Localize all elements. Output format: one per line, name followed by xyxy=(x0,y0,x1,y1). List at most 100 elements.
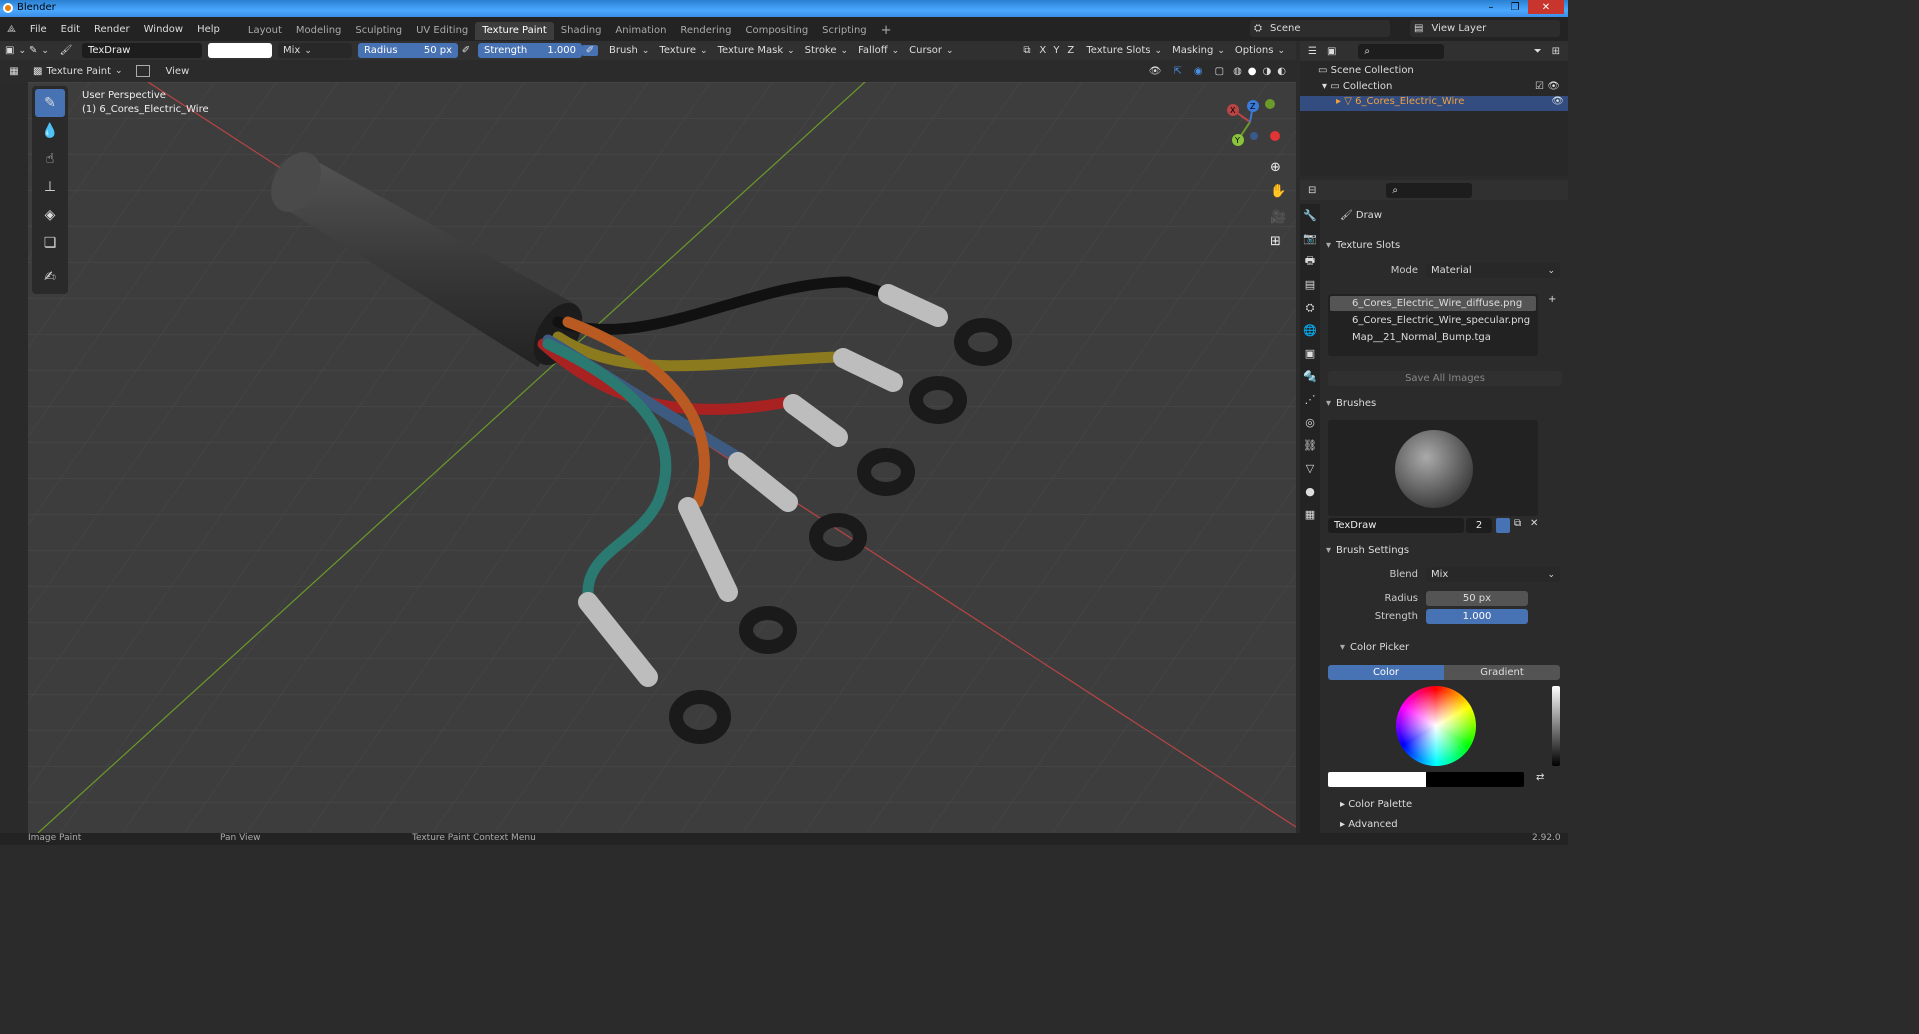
scene-tab-icon[interactable]: ⛭ xyxy=(1300,296,1320,319)
blend-dropdown[interactable]: Mix xyxy=(278,43,352,58)
collection-row[interactable]: ▾ ▭ Collection ☑ 👁 xyxy=(1322,81,1562,92)
modifier-tab-icon[interactable]: 🔩 xyxy=(1300,365,1320,388)
menu-file[interactable]: File xyxy=(23,17,54,41)
material-tab-icon[interactable]: ● xyxy=(1300,480,1320,503)
mirror-z[interactable]: Z xyxy=(1067,45,1081,56)
camera-icon[interactable]: 🎥 xyxy=(1270,210,1286,225)
tool-icon[interactable]: ✎ xyxy=(24,43,54,58)
editor-type-icon[interactable]: ▣ xyxy=(0,43,24,58)
add-slot-icon[interactable]: + xyxy=(1548,294,1556,305)
duplicate-brush-icon[interactable]: ⧉ xyxy=(1514,518,1521,529)
texture-menu[interactable]: Texture xyxy=(654,43,712,58)
annotate-tool-icon[interactable]: ✍ xyxy=(35,263,65,291)
advanced-panel-header[interactable]: ▸ Advanced xyxy=(1340,819,1398,830)
object-row[interactable]: ▸ ▽ 6_Cores_Electric_Wire 👁 xyxy=(1300,96,1568,111)
stroke-menu[interactable]: Stroke xyxy=(800,43,853,58)
tab-texture-paint[interactable]: Texture Paint xyxy=(475,21,554,40)
mode-dropdown[interactable]: Material xyxy=(1426,263,1560,278)
material-shading-icon[interactable]: ◑ xyxy=(1260,66,1275,77)
slot-item-normal[interactable]: Map__21_Normal_Bump.tga xyxy=(1330,330,1536,345)
object-tab-icon[interactable]: ▣ xyxy=(1300,342,1320,365)
object-visibility-icon[interactable]: 👁 xyxy=(1551,96,1564,107)
fake-user-icon[interactable] xyxy=(1496,518,1510,533)
properties-editor-icon[interactable]: ⊟ xyxy=(1308,185,1316,196)
soften-tool-icon[interactable]: 💧 xyxy=(35,117,65,145)
tab-compositing[interactable]: Compositing xyxy=(738,22,815,40)
tab-sculpting[interactable]: Sculpting xyxy=(348,22,409,40)
strength-field[interactable]: 1.000 xyxy=(1426,609,1528,624)
color-swatch[interactable] xyxy=(1328,772,1524,787)
menu-edit[interactable]: Edit xyxy=(54,17,87,41)
overlay-icon[interactable]: ◉ xyxy=(1188,66,1209,77)
draw-tool-icon[interactable]: ✎ xyxy=(35,89,65,117)
symmetry-icon[interactable]: ⧉ xyxy=(1023,45,1039,56)
maximize-icon[interactable]: ❐ xyxy=(1504,0,1526,14)
mirror-x[interactable]: X xyxy=(1039,45,1053,56)
filter-icon[interactable]: ⏷ xyxy=(1534,46,1542,57)
color-tab[interactable]: Color xyxy=(1328,665,1444,680)
constraints-tab-icon[interactable]: ⛓ xyxy=(1300,434,1320,457)
tab-rendering[interactable]: Rendering xyxy=(673,22,738,40)
color-swatch[interactable] xyxy=(208,43,272,58)
mirror-y[interactable]: Y xyxy=(1053,45,1067,56)
brush-name-field[interactable]: TexDraw xyxy=(1328,518,1464,533)
blender-menu-icon[interactable]: ⟁ xyxy=(0,17,23,41)
cursor-menu[interactable]: Cursor xyxy=(904,43,958,58)
outliner-search-input[interactable]: ⌕ xyxy=(1358,43,1445,59)
tool-tab-icon[interactable]: 🔧 xyxy=(1300,204,1320,227)
view-layer-selector[interactable]: ▤ View Layer xyxy=(1410,20,1560,37)
ortho-grid-icon[interactable]: ⊞ xyxy=(1270,234,1281,249)
pan-hand-icon[interactable]: ✋ xyxy=(1270,184,1286,199)
xray-icon[interactable]: ▢ xyxy=(1209,66,1230,77)
color-palette-panel-header[interactable]: ▸ Color Palette xyxy=(1340,799,1412,810)
rendered-shading-icon[interactable]: ◐ xyxy=(1274,66,1296,77)
brush-users-count[interactable]: 2 xyxy=(1466,518,1492,533)
gradient-tab[interactable]: Gradient xyxy=(1444,665,1560,680)
brush-menu[interactable]: Brush xyxy=(604,43,654,58)
pressure-icon[interactable]: ✐ xyxy=(458,45,474,56)
view-menu[interactable]: View xyxy=(158,66,198,77)
grid-icon[interactable]: ▦ xyxy=(0,66,28,77)
tab-animation[interactable]: Animation xyxy=(608,22,673,40)
zoom-icon[interactable]: ⊕ xyxy=(1270,160,1281,175)
collection-checkbox[interactable]: ☑ xyxy=(1535,81,1544,92)
menu-window[interactable]: Window xyxy=(137,17,190,41)
clone-tool-icon[interactable]: ⊥ xyxy=(35,173,65,201)
scene-selector[interactable]: ⛭ Scene xyxy=(1250,20,1390,37)
unlink-brush-icon[interactable]: ✕ xyxy=(1530,518,1538,529)
save-all-images-button[interactable]: Save All Images xyxy=(1328,371,1562,386)
texture-slots-panel-header[interactable]: Texture Slots xyxy=(1326,240,1400,251)
texture-tab-icon[interactable]: ▦ xyxy=(1300,503,1320,526)
display-mode-icon[interactable]: ▣ xyxy=(1327,46,1336,57)
masking-menu[interactable]: Masking xyxy=(1167,43,1230,58)
mask-tool-icon[interactable]: ❏ xyxy=(35,229,65,257)
brush-name-field[interactable]: TexDraw xyxy=(82,43,202,58)
color-picker-panel-header[interactable]: Color Picker xyxy=(1340,642,1409,653)
tab-scripting[interactable]: Scripting xyxy=(815,22,873,40)
slot-item-diffuse[interactable]: 6_Cores_Electric_Wire_diffuse.png xyxy=(1330,296,1536,311)
fill-tool-icon[interactable]: ◈ xyxy=(35,201,65,229)
slot-item-specular[interactable]: 6_Cores_Electric_Wire_specular.png xyxy=(1330,313,1536,328)
radius-slider[interactable]: Radius 50 px xyxy=(358,43,458,58)
value-slider[interactable] xyxy=(1552,686,1560,766)
outliner-editor-icon[interactable]: ☰ xyxy=(1308,46,1317,57)
menu-render[interactable]: Render xyxy=(87,17,137,41)
visibility-icon[interactable]: 👁 xyxy=(1143,66,1168,77)
view-layer-tab-icon[interactable]: ▤ xyxy=(1300,273,1320,296)
brushes-panel-header[interactable]: Brushes xyxy=(1326,398,1376,409)
options-menu[interactable]: Options xyxy=(1230,43,1290,58)
tab-uv-editing[interactable]: UV Editing xyxy=(409,22,475,40)
gizmo-icon[interactable]: ⇱ xyxy=(1167,66,1187,77)
render-tab-icon[interactable]: 📷 xyxy=(1300,227,1320,250)
scene-collection-row[interactable]: ▭ Scene Collection xyxy=(1318,65,1414,76)
menu-help[interactable]: Help xyxy=(190,17,227,41)
add-workspace-icon[interactable]: + xyxy=(874,22,899,40)
mask-toggle-icon[interactable] xyxy=(135,65,150,77)
color-wheel[interactable] xyxy=(1396,686,1476,766)
3d-viewport[interactable]: X Z Y User Perspective (1) 6_Cores_Elect… xyxy=(28,82,1296,833)
smear-tool-icon[interactable]: ☝ xyxy=(35,145,65,173)
output-tab-icon[interactable]: 🖶 xyxy=(1300,250,1320,273)
mode-dropdown[interactable]: ▩ Texture Paint xyxy=(28,64,128,79)
falloff-menu[interactable]: Falloff xyxy=(853,43,904,58)
texture-slots-menu[interactable]: Texture Slots xyxy=(1081,43,1167,58)
